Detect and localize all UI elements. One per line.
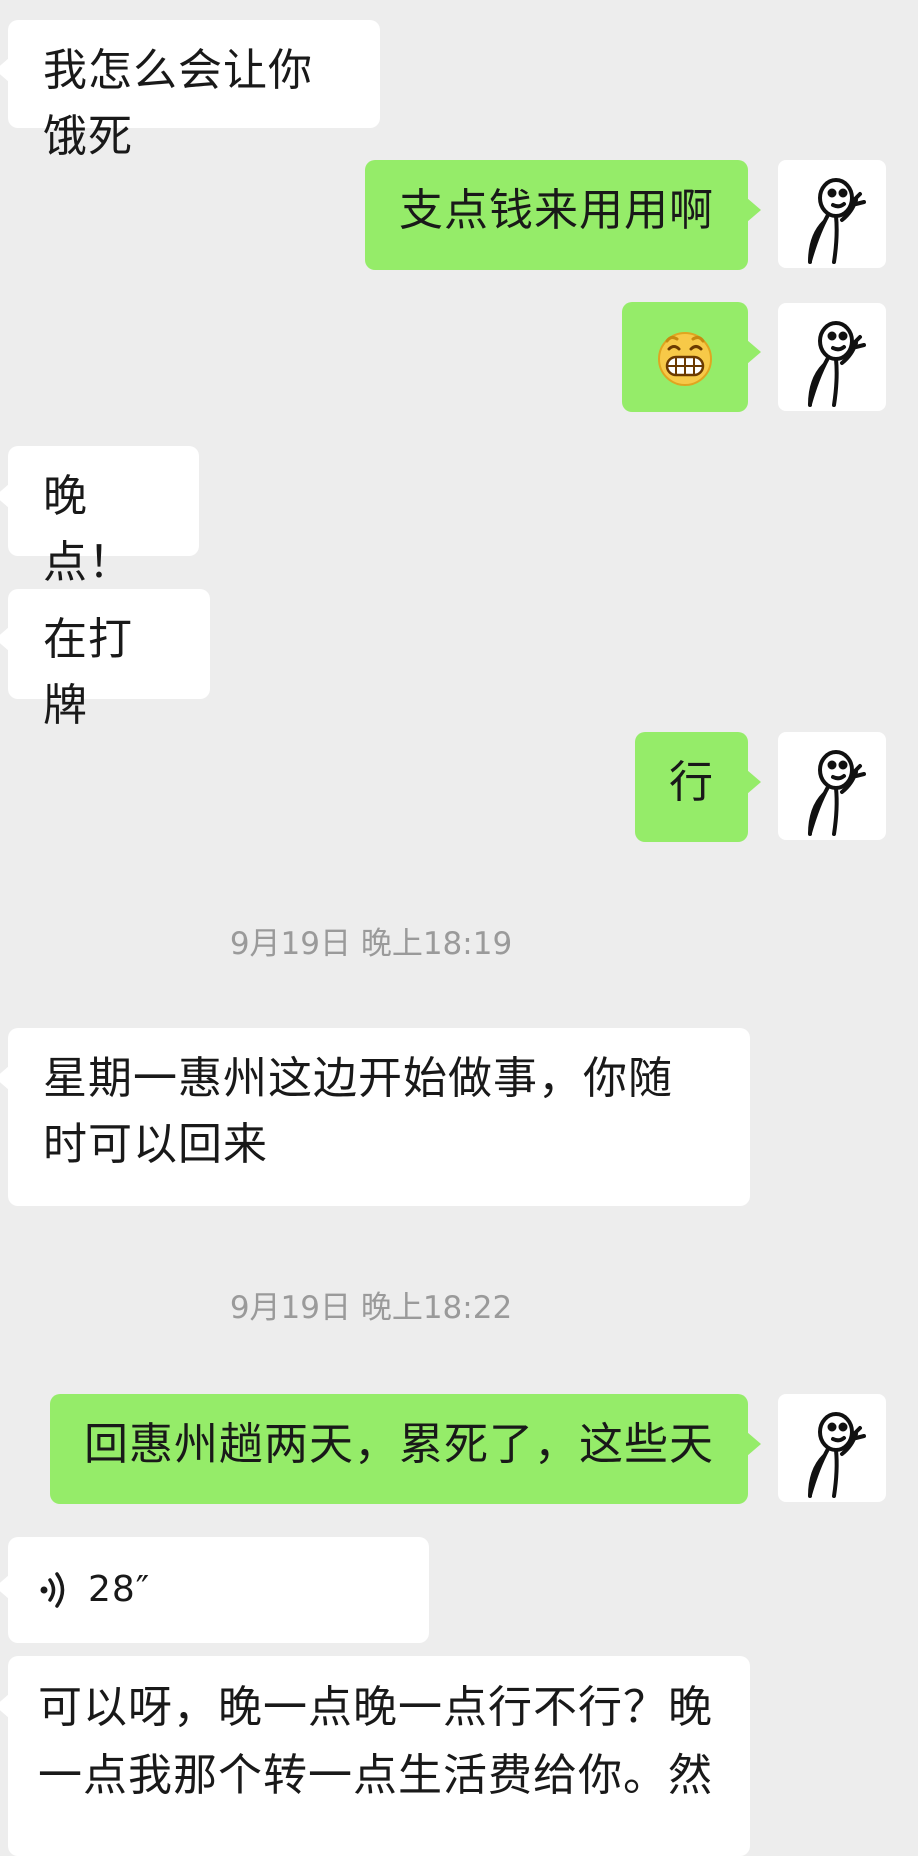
message-timestamp: 9月19日 晚上18:22	[229, 1290, 513, 1326]
outgoing-emoji-bubble[interactable]	[622, 302, 761, 412]
incoming-message-bubble[interactable]: 星期一惠州这边开始做事，你随时可以回来	[0, 1028, 750, 1206]
message-timestamp: 9月19日 晚上18:19	[229, 926, 513, 962]
message-text: 星期一惠州这边开始做事，你随时可以回来	[43, 1053, 673, 1170]
incoming-message-bubble[interactable]: 晚点！	[0, 446, 199, 588]
incoming-message-bubble[interactable]: 可以呀，晚一点晚一点行不行？晚一点我那个转一点生活费给你。然	[0, 1656, 750, 1856]
incoming-message-bubble[interactable]: 我怎么会让你饿死	[0, 20, 380, 162]
message-text: 在打牌	[43, 614, 133, 731]
voice-message-body: 28″	[38, 1557, 399, 1623]
chat-message-list[interactable]: 我怎么会让你饿死 支点钱来用用啊 晚点！ 在打牌 行 9月19日 晚上18:19…	[0, 0, 918, 1856]
stick-figure-icon	[808, 178, 866, 264]
message-text: 我怎么会让你饿死	[43, 45, 313, 162]
incoming-message-bubble[interactable]: 在打牌	[0, 589, 210, 731]
voice-duration: 28″	[88, 1569, 151, 1610]
incoming-voice-message[interactable]: 28″	[0, 1537, 429, 1643]
voice-wave-icon	[40, 1572, 65, 1608]
self-avatar[interactable]	[778, 1394, 886, 1502]
message-text: 可以呀，晚一点晚一点行不行？晚一点我那个转一点生活费给你。然	[38, 1682, 713, 1801]
outgoing-message-bubble[interactable]: 支点钱来用用啊	[365, 160, 761, 270]
stick-figure-icon	[808, 1412, 866, 1498]
grinning-face-emoji	[658, 332, 712, 386]
self-avatar[interactable]	[778, 303, 886, 411]
outgoing-message-bubble[interactable]: 回惠州趟两天，累死了，这些天	[50, 1394, 761, 1504]
message-text: 晚点！	[43, 471, 133, 588]
message-text: 回惠州趟两天，累死了，这些天	[84, 1419, 714, 1470]
self-avatar[interactable]	[778, 732, 886, 840]
stick-figure-icon	[808, 321, 866, 407]
message-text: 支点钱来用用啊	[399, 185, 714, 236]
self-avatar[interactable]	[778, 160, 886, 268]
outgoing-message-bubble[interactable]: 行	[635, 732, 761, 842]
stick-figure-icon	[808, 750, 866, 836]
message-text: 行	[669, 757, 714, 808]
